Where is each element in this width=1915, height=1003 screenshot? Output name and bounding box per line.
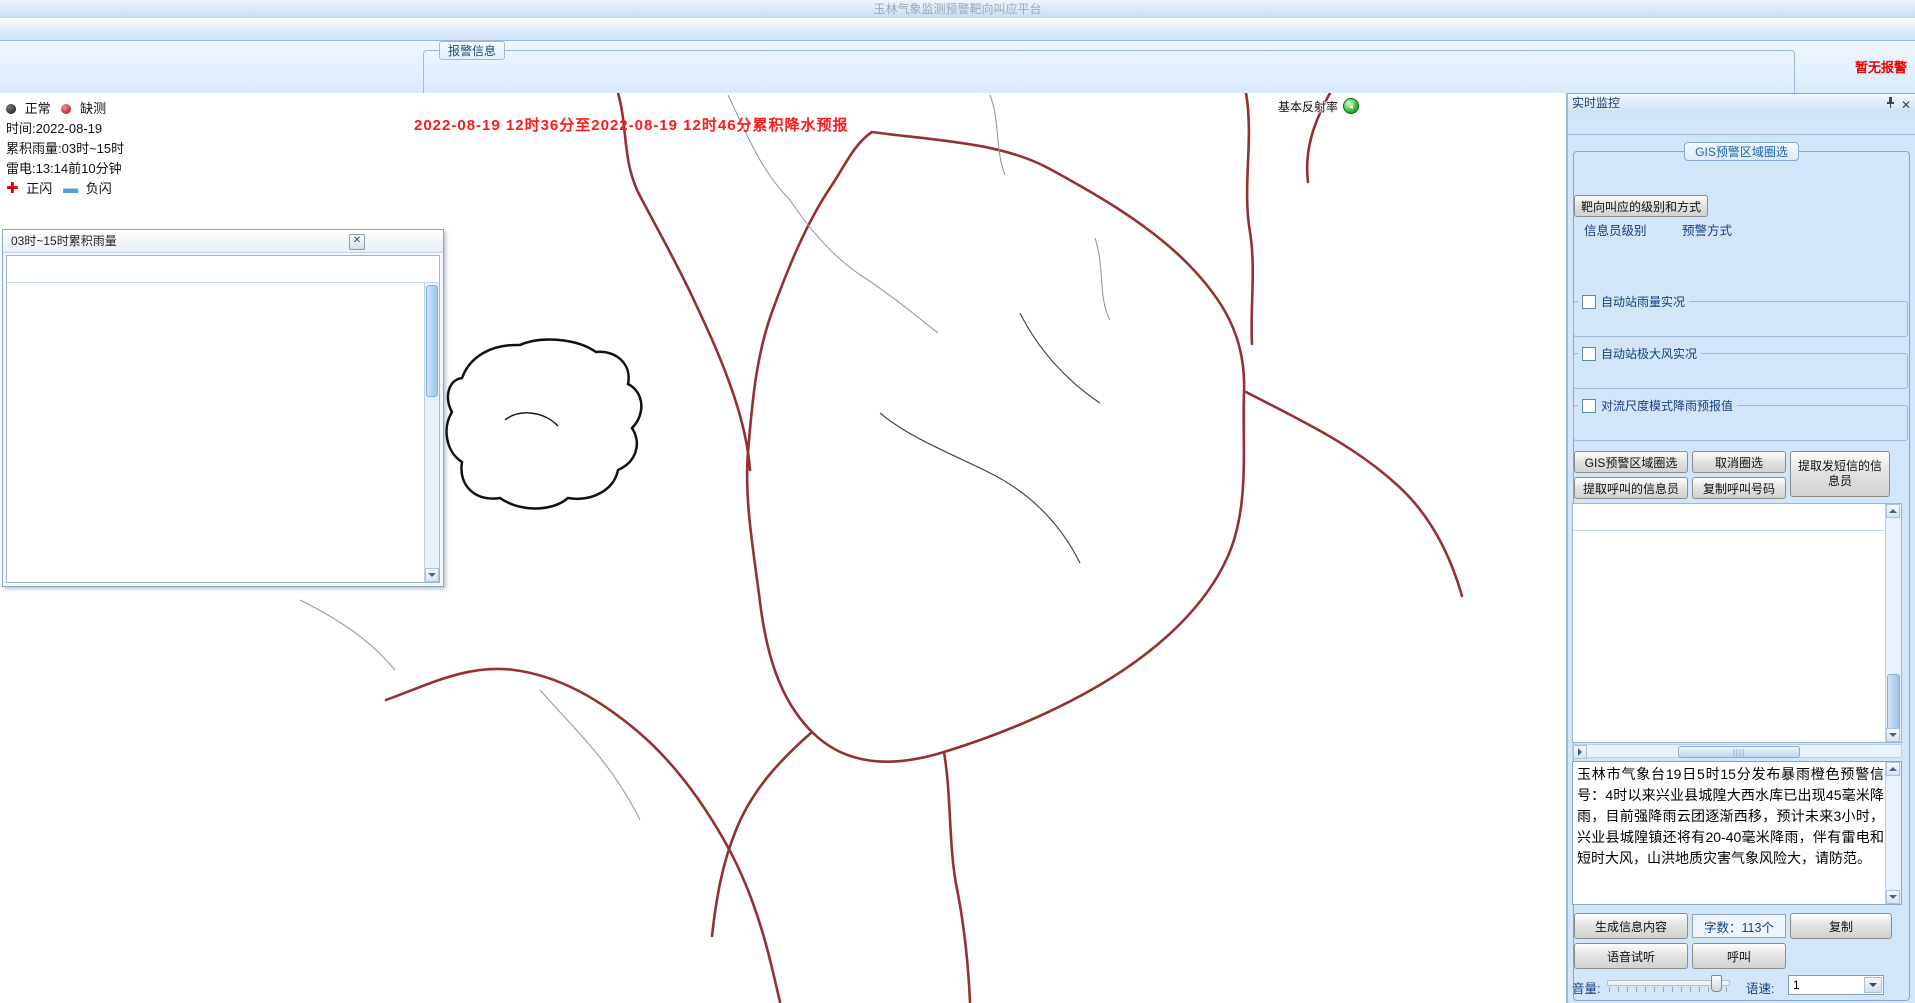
legend-title: 基本反射率: [1278, 98, 1338, 115]
speed-label: 语速:: [1746, 978, 1774, 997]
informer-level-label: 信息员级别: [1584, 220, 1647, 239]
radar-map[interactable]: 2022-08-19 12时36分至2022-08-19 12时46分累积降水预…: [0, 93, 1568, 1003]
generate-message-button[interactable]: 生成信息内容: [1574, 913, 1688, 939]
monitor-tabs: [1568, 113, 1915, 135]
char-count: 字数： 113个: [1692, 914, 1786, 938]
rain-table: [6, 255, 440, 583]
gis-groupbox-label: GIS预警区域圈选: [1684, 142, 1799, 161]
rain-table-window: 03时~15时累积雨量 ✕: [2, 229, 444, 587]
panel-title: 实时监控 ✕: [1568, 94, 1915, 113]
scroll-down-icon[interactable]: [425, 568, 439, 582]
pin-icon[interactable]: [1886, 96, 1895, 108]
missing-station-label: 缺测: [80, 101, 106, 116]
volume-label: 音量:: [1572, 978, 1600, 997]
window-title: 玉林气象监测预警靶向叫应平台: [0, 0, 1915, 18]
call-level-button[interactable]: 靶向叫应的级别和方式: [1574, 195, 1708, 217]
positive-flash-label: 正闪: [26, 181, 52, 196]
scroll-down-icon[interactable]: [1886, 728, 1900, 742]
toolbar: 报警信息 暂无报警: [0, 41, 1915, 94]
alarm-status: 暂无报警: [1855, 57, 1907, 76]
rain-table-title: 03时~15时累积雨量 ✕: [3, 230, 443, 253]
contacts-hscrollbar[interactable]: ||||: [1572, 744, 1902, 758]
warning-message-box[interactable]: 玉林市气象台19日5时15分发布暴雨橙色预警信号：4时以来兴业县城隍大西水库已出…: [1572, 761, 1902, 905]
legend-collapse-button[interactable]: ◂: [1343, 98, 1359, 114]
rain-realtime-checkbox[interactable]: [1582, 295, 1596, 309]
voice-preview-button[interactable]: 语音试听: [1574, 943, 1688, 969]
alarm-info-group: 报警信息: [423, 41, 1795, 97]
map-title: 2022-08-19 12时36分至2022-08-19 12时46分累积降水预…: [414, 114, 849, 135]
rain-table-scrollbar[interactable]: [424, 283, 439, 582]
normal-station-icon: [6, 104, 16, 114]
copy-button[interactable]: 复制: [1790, 913, 1892, 939]
warning-method-label: 预警方式: [1682, 220, 1732, 239]
speed-select[interactable]: 1: [1788, 975, 1884, 995]
contacts-scrollbar[interactable]: [1885, 504, 1901, 742]
gis-select-button[interactable]: GIS预警区域圈选: [1574, 451, 1688, 473]
accum-label: 累积雨量:03时~15时: [6, 139, 124, 159]
wind-realtime-group: 自动站极大风实况: [1573, 345, 1908, 389]
menu-bar: [0, 18, 1915, 41]
extract-call-button[interactable]: 提取呼叫的信息员: [1574, 477, 1688, 499]
scroll-right-icon[interactable]: [1573, 745, 1587, 759]
message-scrollbar[interactable]: [1885, 762, 1901, 904]
contacts-table: [1572, 503, 1902, 743]
chevron-down-icon: [1864, 977, 1882, 993]
copy-numbers-button[interactable]: 复制呼叫号码: [1692, 477, 1786, 499]
scroll-up-icon[interactable]: [1886, 762, 1900, 776]
close-icon[interactable]: ✕: [349, 234, 365, 250]
rain-table-header: [7, 256, 439, 283]
volume-slider[interactable]: [1607, 975, 1730, 993]
reflectivity-legend: 基本反射率 ◂: [1278, 98, 1398, 116]
close-icon[interactable]: ✕: [1901, 96, 1911, 115]
alarm-info-label: 报警信息: [439, 41, 505, 60]
rain-realtime-group: 自动站雨量实况: [1573, 293, 1908, 337]
normal-station-label: 正常: [25, 101, 51, 116]
wind-realtime-checkbox[interactable]: [1582, 347, 1596, 361]
scroll-up-icon[interactable]: [1886, 504, 1900, 518]
negative-flash-icon: ▬: [63, 180, 78, 197]
negative-flash-label: 负闪: [86, 181, 112, 196]
realtime-monitor-panel: 实时监控 ✕ GIS预警区域圈选 靶向叫应的级别和方式 信息员级别 预警方式 自…: [1568, 93, 1915, 1003]
missing-station-icon: [61, 104, 71, 114]
station-status-legend: 正常 缺测 时间:2022-08-19 累积雨量:03时~15时 雷电:13:1…: [6, 99, 124, 199]
time-label: 时间:2022-08-19: [6, 119, 124, 139]
lightning-label: 雷电:13:14前10分钟: [6, 159, 124, 179]
forecast-checkbox[interactable]: [1582, 399, 1596, 413]
positive-flash-icon: ✚: [6, 180, 19, 197]
scroll-down-icon[interactable]: [1886, 890, 1900, 904]
contacts-header: [1573, 504, 1901, 531]
cancel-select-button[interactable]: 取消圈选: [1692, 451, 1786, 473]
call-button[interactable]: 呼叫: [1692, 943, 1786, 969]
forecast-group: 对流尺度模式降雨预报值: [1573, 397, 1908, 441]
extract-sms-button[interactable]: 提取发短信的信息员: [1790, 451, 1890, 497]
